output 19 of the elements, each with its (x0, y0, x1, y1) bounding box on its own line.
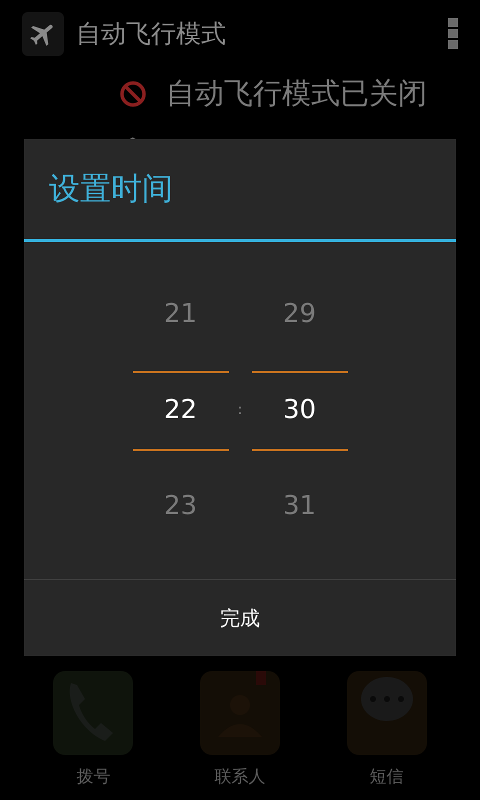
message-icon[interactable] (346, 671, 427, 755)
app-icon (22, 12, 64, 56)
contacts-icon[interactable] (200, 671, 280, 755)
picker-value[interactable]: 22 (132, 370, 228, 450)
dock-label: 拨号 (76, 766, 110, 789)
dock-label: 短信 (370, 766, 404, 789)
picker-value[interactable]: 31 (252, 466, 348, 546)
status-text: 自动飞行模式已关闭 (166, 75, 427, 112)
done-button[interactable]: 完成 (24, 580, 456, 656)
app-title: 自动飞行模式 (76, 18, 226, 50)
picker-value[interactable]: 29 (252, 274, 348, 354)
phone-icon[interactable] (53, 671, 134, 755)
picker-value[interactable]: 30 (252, 370, 348, 450)
picker-value[interactable]: 21 (132, 274, 228, 354)
time-separator: : (236, 401, 244, 420)
picker-value[interactable]: 23 (132, 466, 228, 546)
dialog-title: 设置时间 (49, 170, 173, 209)
overflow-menu-icon[interactable] (448, 18, 458, 50)
dock-label: 联系人 (214, 766, 266, 789)
